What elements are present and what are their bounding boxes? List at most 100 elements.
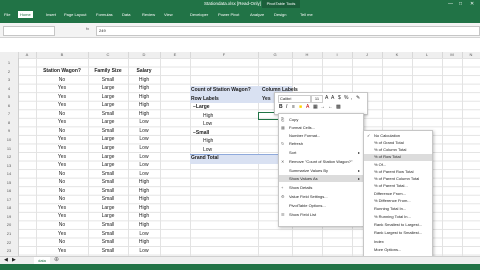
row-header[interactable]: 17	[0, 197, 18, 202]
menu-item-show-values-as[interactable]: Show Values As ▸	[279, 175, 363, 182]
table-cell[interactable]: No	[36, 128, 88, 134]
submenu-item[interactable]: % of Parent Row Total	[364, 169, 432, 176]
menu-item-summarize-values-by[interactable]: Summarize Values By ▸	[279, 167, 363, 174]
table-cell[interactable]: No	[36, 188, 88, 194]
table-cell[interactable]: Large	[88, 94, 128, 100]
row-header[interactable]: 21	[0, 231, 18, 236]
tab-formulas[interactable]: Formulas	[96, 12, 113, 17]
bold-icon[interactable]: B	[279, 104, 283, 110]
table-cell[interactable]: High	[128, 196, 160, 202]
tab-data[interactable]: Data	[122, 12, 130, 17]
maximize-button[interactable]: □	[459, 1, 462, 7]
table-cell[interactable]: Small	[88, 222, 128, 228]
row-header[interactable]: 7	[0, 111, 18, 116]
row-header[interactable]: 16	[0, 188, 18, 193]
submenu-item[interactable]: % of Parent Total...	[364, 183, 432, 190]
grow-font-icon[interactable]: A	[325, 95, 328, 101]
submenu-item[interactable]: % Running Total In...	[364, 214, 432, 221]
close-button[interactable]: ✕	[470, 1, 474, 7]
tab-design[interactable]: Design	[274, 12, 286, 17]
formula-input[interactable]: 249	[96, 26, 480, 36]
table-cell[interactable]: Yes	[36, 145, 88, 151]
row-header[interactable]: 13	[0, 163, 18, 168]
fill-color-icon[interactable]: ■	[299, 104, 302, 110]
tab-view[interactable]: View	[164, 12, 173, 17]
table-cell[interactable]: Yes	[36, 248, 88, 254]
table-cell[interactable]: Yes	[36, 94, 88, 100]
row-header[interactable]: 14	[0, 171, 18, 176]
decrease-decimal-icon[interactable]: ←	[328, 104, 333, 110]
comma-icon[interactable]: ,	[351, 95, 352, 101]
row-header[interactable]: 3	[0, 77, 18, 82]
submenu-item[interactable]: % of Grand Total	[364, 140, 432, 147]
font-size-box[interactable]: 11	[311, 95, 323, 103]
table-cell[interactable]: Large	[88, 145, 128, 151]
table-cell[interactable]: Low	[128, 171, 160, 177]
table-cell[interactable]: No	[36, 222, 88, 228]
table-cell[interactable]: Yes	[36, 213, 88, 219]
menu-item-refresh[interactable]: ↻ Refresh	[279, 140, 363, 147]
tab-review[interactable]: Review	[142, 12, 155, 17]
table-cell[interactable]: Low	[128, 119, 160, 125]
table-cell[interactable]: No	[36, 239, 88, 245]
row-header[interactable]: 2	[0, 69, 18, 74]
table-cell[interactable]: Low	[128, 248, 160, 254]
table-cell[interactable]: Small	[88, 77, 128, 83]
menu-item-copy[interactable]: ⎘ Copy	[279, 116, 363, 123]
table-cell[interactable]: Yes	[36, 102, 88, 108]
shrink-font-icon[interactable]: A	[331, 95, 334, 101]
table-cell[interactable]: Low	[128, 154, 160, 160]
scroll-right-icon[interactable]: ▶	[12, 257, 16, 263]
row-header[interactable]: 22	[0, 240, 18, 245]
tab-home[interactable]: Home	[18, 11, 33, 18]
table-cell[interactable]: Low	[128, 162, 160, 168]
tab-insert[interactable]: Insert	[46, 12, 56, 17]
table-cell[interactable]: No	[36, 111, 88, 117]
increase-decimal-icon[interactable]: →	[320, 104, 325, 110]
row-header[interactable]: 9	[0, 128, 18, 133]
table-cell[interactable]: Small	[88, 111, 128, 117]
pivot-row-item[interactable]: −Large	[193, 104, 210, 110]
table-cell[interactable]: No	[36, 77, 88, 83]
submenu-item[interactable]: % Of...	[364, 162, 432, 169]
table-cell[interactable]: Yes	[36, 85, 88, 91]
pivot-row-item[interactable]: High	[203, 138, 213, 144]
table-cell[interactable]: Yes	[36, 162, 88, 168]
table-cell[interactable]: High	[128, 188, 160, 194]
pivot-row-labels[interactable]: Row Labels	[191, 96, 219, 102]
italic-icon[interactable]: I	[286, 104, 287, 110]
table-cell[interactable]: Low	[128, 136, 160, 142]
table-cell[interactable]: Yes	[36, 136, 88, 142]
table-cell[interactable]: Low	[128, 231, 160, 237]
row-header[interactable]: 18	[0, 205, 18, 210]
tab-tell-me[interactable]: Tell me	[300, 12, 313, 17]
pivot-title[interactable]: Count of Station Wagon?	[191, 87, 251, 93]
table-cell[interactable]: Yes	[36, 205, 88, 211]
row-header[interactable]: 23	[0, 248, 18, 253]
table-cell[interactable]: Yes	[36, 154, 88, 160]
menu-item-pivottable-options[interactable]: PivotTable Options...	[279, 202, 363, 209]
table-cell[interactable]: High	[128, 179, 160, 185]
submenu-item[interactable]: Index	[364, 239, 432, 246]
borders-icon[interactable]: ▦	[313, 104, 318, 110]
row-header[interactable]: 6	[0, 103, 18, 108]
row-header[interactable]: 5	[0, 94, 18, 99]
tab-file[interactable]: File	[4, 12, 10, 17]
row-header[interactable]: 15	[0, 180, 18, 185]
tab-page-layout[interactable]: Page Layout	[64, 12, 86, 17]
table-cell[interactable]: No	[36, 179, 88, 185]
row-header[interactable]: 4	[0, 86, 18, 91]
submenu-item[interactable]: ✓ No Calculation	[364, 133, 432, 140]
menu-item-show-details[interactable]: + Show Details	[279, 184, 363, 191]
font-name-box[interactable]: Calibri	[278, 95, 311, 103]
tab-analyze[interactable]: Analyze	[250, 12, 264, 17]
submenu-item[interactable]: Running Total In...	[364, 206, 432, 213]
table-cell[interactable]: Large	[88, 205, 128, 211]
table-cell[interactable]: High	[128, 77, 160, 83]
table-cell[interactable]: Small	[88, 188, 128, 194]
table-cell[interactable]: High	[128, 85, 160, 91]
pivot-row-item[interactable]: Low	[203, 147, 212, 153]
table-cell[interactable]: Yes	[36, 231, 88, 237]
table-cell[interactable]: Low	[128, 128, 160, 134]
pivot-chart-icon[interactable]: ▩	[336, 104, 341, 110]
